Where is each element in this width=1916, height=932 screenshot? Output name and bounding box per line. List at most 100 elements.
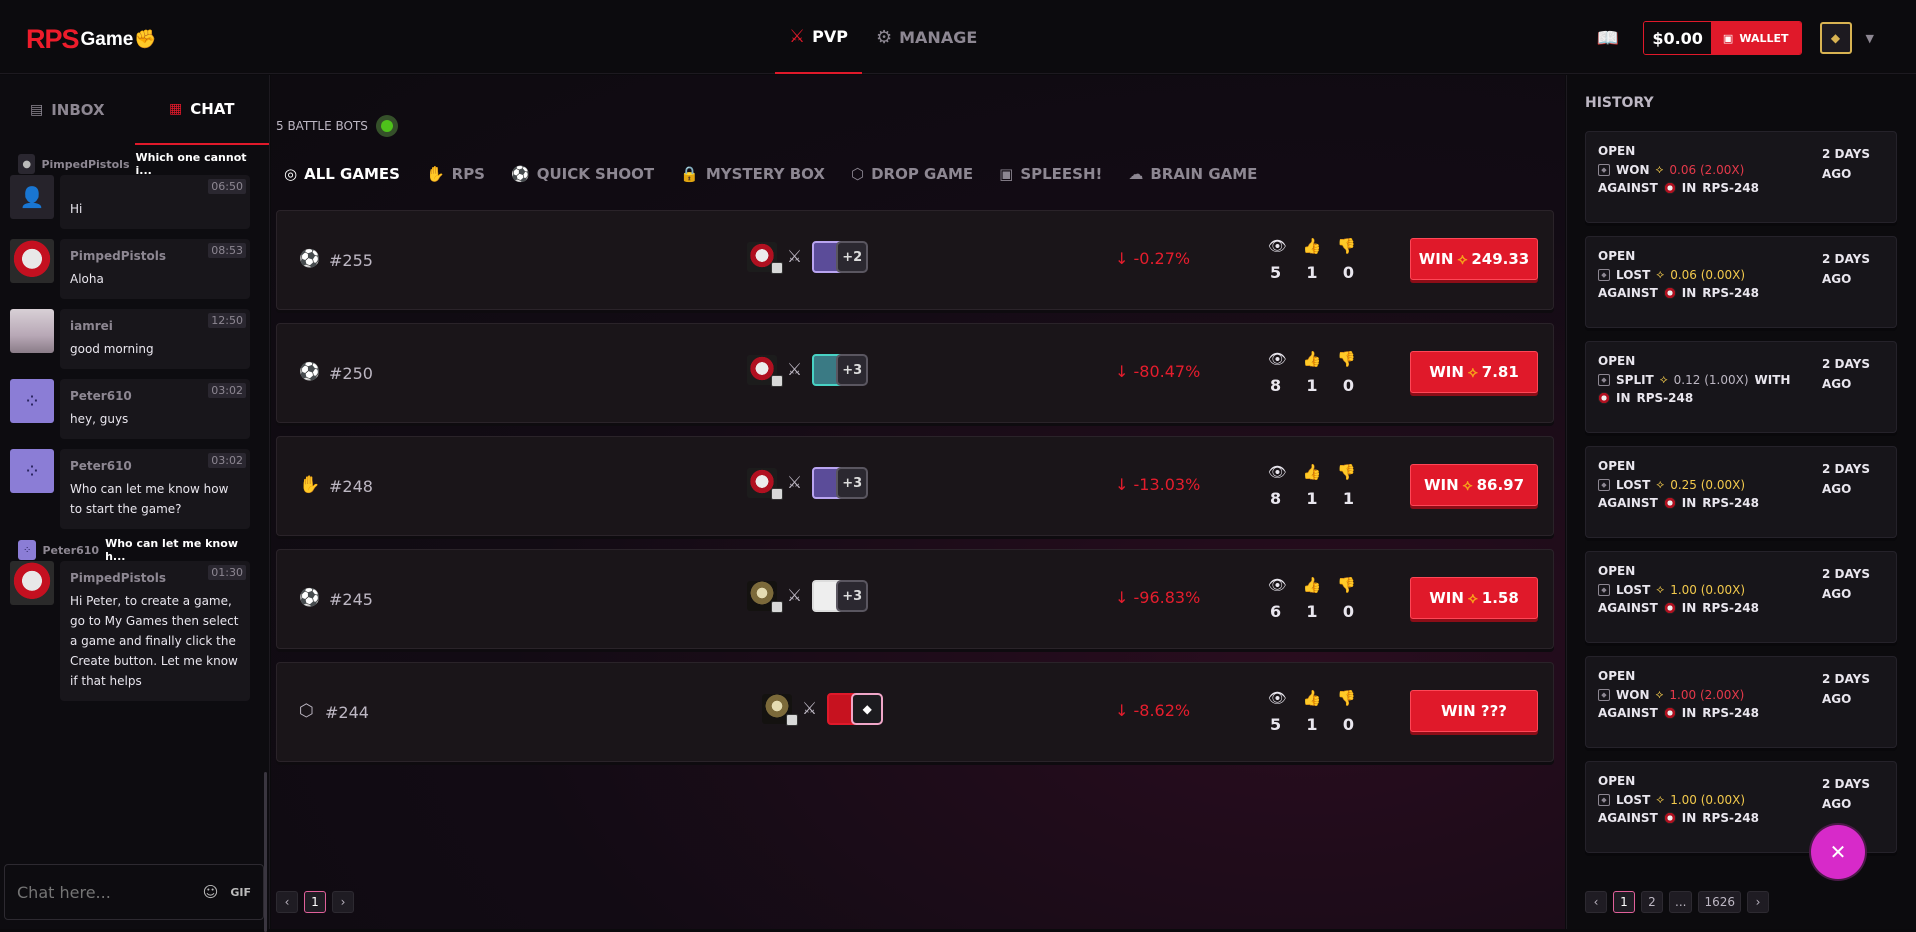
tab-chat[interactable]: ▦ CHAT bbox=[134, 75, 269, 145]
chat-input[interactable] bbox=[17, 882, 203, 902]
history-game[interactable]: RPS-248 bbox=[1637, 391, 1694, 405]
history-game[interactable]: RPS-248 bbox=[1702, 181, 1759, 195]
emoji-icon[interactable]: ☺ bbox=[203, 883, 219, 901]
game-stats: 👁 👍 👎 8 1 0 bbox=[1262, 350, 1362, 395]
game-id: #244 bbox=[325, 703, 369, 722]
creator-avatar bbox=[762, 694, 798, 726]
history-time: 2 DAYS AGO bbox=[1822, 672, 1870, 706]
history-card[interactable]: OPEN 2 DAYS AGO ◆ LOST ⟡ 1.00 (0.00X) AGAINS… bbox=[1585, 551, 1897, 643]
tab-rps[interactable]: ✋ RPS bbox=[426, 165, 485, 183]
thumbs-down-icon[interactable]: 👎 bbox=[1337, 689, 1356, 707]
versus-icon: ⚔ bbox=[787, 473, 803, 493]
win-button[interactable]: WIN ⟡ 86.97 bbox=[1410, 464, 1538, 506]
prev-page-button[interactable]: ‹ bbox=[1585, 891, 1607, 913]
avatar[interactable] bbox=[10, 239, 54, 283]
next-page-button[interactable]: › bbox=[332, 891, 354, 913]
chat-messages[interactable]: ● PimpedPistols Which one cannot i... 👤 … bbox=[10, 153, 250, 843]
history-game[interactable]: RPS-248 bbox=[1702, 601, 1759, 615]
history-card[interactable]: OPEN 2 DAYS AGO ◆ SPLIT ⟡ 0.12 (1.00X) WITH I… bbox=[1585, 341, 1897, 433]
opponents: +3 bbox=[812, 354, 869, 386]
win-button[interactable]: WIN ??? bbox=[1410, 690, 1538, 732]
page-button[interactable]: 1 bbox=[304, 891, 326, 913]
crossed-swords-icon: ⚔ bbox=[789, 25, 806, 47]
book-icon[interactable]: 📖 bbox=[1597, 28, 1619, 49]
change-percent-value: -0.27% bbox=[1133, 249, 1191, 268]
page-button[interactable]: 1 bbox=[1613, 891, 1635, 913]
win-button[interactable]: WIN ⟡ 249.33 bbox=[1410, 238, 1538, 280]
win-button[interactable]: WIN ⟡ 7.81 bbox=[1410, 351, 1538, 393]
logo-game: Game bbox=[80, 28, 134, 50]
tab-drop-game[interactable]: ⬡ DROP GAME bbox=[851, 165, 973, 183]
tab-chat-label: CHAT bbox=[190, 100, 235, 118]
user-avatar[interactable]: ◆ bbox=[1819, 22, 1852, 54]
thumbs-down-icon[interactable]: 👎 bbox=[1337, 350, 1356, 368]
lock-icon: 🔒 bbox=[680, 165, 699, 183]
change-percent: ↓ -80.47% bbox=[1115, 362, 1201, 381]
wallet: $0.00 ▣ WALLET bbox=[1643, 21, 1802, 55]
history-card[interactable]: OPEN 2 DAYS AGO ◆ LOST ⟡ 0.06 (0.00X) AGAINS… bbox=[1585, 236, 1897, 328]
next-page-button[interactable]: › bbox=[1747, 891, 1769, 913]
tab-pvp[interactable]: ⚔ PVP bbox=[775, 0, 862, 74]
chevron-down-icon[interactable]: ▼ bbox=[1866, 32, 1874, 45]
game-icon: ◆ bbox=[1598, 793, 1610, 806]
dislikes-count: 0 bbox=[1342, 376, 1354, 395]
game-row[interactable]: ⚽ #250 ⚔ +3 ↓ -80.47% 👁 👍 👎 8 1 0 WIN ⟡ 7.81 bbox=[276, 323, 1554, 423]
thumbs-up-icon[interactable]: 👍 bbox=[1303, 576, 1322, 594]
game-row[interactable]: ⚽ #255 ⚔ +2 ↓ -0.27% 👁 👍 👎 5 1 0 WIN ⟡ 249.33 bbox=[276, 210, 1554, 310]
message-time: 01:30 bbox=[208, 565, 246, 580]
main-content: 5 BATTLE BOTS ◎ ALL GAMES ✋ RPS ⚽ QUICK SHO… bbox=[271, 75, 1565, 929]
thumbs-up-icon[interactable]: 👍 bbox=[1303, 463, 1322, 481]
thumbs-up-icon[interactable]: 👍 bbox=[1303, 237, 1322, 255]
history-card[interactable]: OPEN 2 DAYS AGO ◆ LOST ⟡ 0.25 (0.00X) AGAINS… bbox=[1585, 446, 1897, 538]
tab-mystery-box[interactable]: 🔒 MYSTERY BOX bbox=[680, 165, 825, 183]
close-icon[interactable]: ✕ bbox=[1811, 825, 1865, 879]
tab-inbox[interactable]: ▤ INBOX bbox=[0, 75, 135, 145]
thumbs-down-icon[interactable]: 👎 bbox=[1337, 237, 1356, 255]
dice-icon[interactable]: ⁘ bbox=[10, 449, 54, 493]
gif-button[interactable]: GIF bbox=[230, 886, 251, 899]
opponent-avatar bbox=[1663, 812, 1676, 824]
avatar[interactable] bbox=[10, 561, 54, 605]
history-game[interactable]: RPS-248 bbox=[1702, 706, 1759, 720]
page-button[interactable]: 1626 bbox=[1698, 891, 1741, 913]
dice-icon[interactable]: ⁘ bbox=[10, 379, 54, 423]
game-row[interactable]: ⚽ #245 ⚔ +3 ↓ -96.83% 👁 👍 👎 6 1 0 WIN ⟡ 1.58 bbox=[276, 549, 1554, 649]
history-list[interactable]: OPEN 2 DAYS AGO ◆ WON ⟡ 0.06 (2.00X) AGAINST… bbox=[1585, 131, 1897, 871]
diamond-icon: ◆ bbox=[851, 693, 884, 725]
thumbs-down-icon[interactable]: 👎 bbox=[1337, 463, 1356, 481]
coin-icon: ⟡ bbox=[1656, 792, 1665, 806]
page-button[interactable]: 2 bbox=[1641, 891, 1663, 913]
message-time: 12:50 bbox=[208, 313, 246, 328]
coin-icon: ⟡ bbox=[1656, 477, 1665, 491]
chat-message: 01:30 PimpedPistols Hi Peter, to create … bbox=[10, 561, 250, 701]
game-row[interactable]: ⬡ #244 ⚔ ◆ ↓ -8.62% 👁 👍 👎 5 1 0 WIN ??? bbox=[276, 662, 1554, 762]
tab-spleesh[interactable]: ▣ SPLEESH! bbox=[999, 165, 1102, 183]
coin-icon: ⟡ bbox=[1656, 267, 1665, 281]
history-game[interactable]: RPS-248 bbox=[1702, 286, 1759, 300]
tab-quick-shoot[interactable]: ⚽ QUICK SHOOT bbox=[511, 165, 654, 183]
thumbs-up-icon[interactable]: 👍 bbox=[1303, 350, 1322, 368]
tab-brain-game[interactable]: ☁ BRAIN GAME bbox=[1128, 165, 1257, 183]
history-card[interactable]: OPEN 2 DAYS AGO ◆ WON ⟡ 1.00 (2.00X) AGAINST… bbox=[1585, 656, 1897, 748]
game-stats: 👁 👍 👎 6 1 0 bbox=[1262, 576, 1362, 621]
win-button[interactable]: WIN ⟡ 1.58 bbox=[1410, 577, 1538, 619]
tab-all-games[interactable]: ◎ ALL GAMES bbox=[284, 165, 400, 183]
history-card[interactable]: OPEN 2 DAYS AGO ◆ WON ⟡ 0.06 (2.00X) AGAINST… bbox=[1585, 131, 1897, 223]
scrollbar[interactable] bbox=[264, 772, 267, 932]
tab-label: QUICK SHOOT bbox=[536, 165, 655, 183]
prev-page-button[interactable]: ‹ bbox=[276, 891, 298, 913]
tab-label: BRAIN GAME bbox=[1150, 165, 1258, 183]
history-game[interactable]: RPS-248 bbox=[1702, 811, 1759, 825]
wallet-label: WALLET bbox=[1739, 31, 1789, 45]
thumbs-up-icon[interactable]: 👍 bbox=[1303, 689, 1322, 707]
inbox-icon: ▤ bbox=[29, 102, 44, 118]
logo[interactable]: RPS Game ✊ bbox=[26, 24, 157, 55]
wallet-button[interactable]: ▣ WALLET bbox=[1710, 22, 1801, 54]
game-row[interactable]: ✋ #248 ⚔ +3 ↓ -13.03% 👁 👍 👎 8 1 1 WIN ⟡ 86.97 bbox=[276, 436, 1554, 536]
tab-manage[interactable]: ⚙ MANAGE bbox=[862, 0, 991, 74]
avatar[interactable] bbox=[10, 309, 54, 353]
game-stats: 👁 👍 👎 8 1 1 bbox=[1262, 463, 1362, 508]
dislikes-count: 0 bbox=[1342, 715, 1354, 734]
thumbs-down-icon[interactable]: 👎 bbox=[1337, 576, 1356, 594]
history-game[interactable]: RPS-248 bbox=[1702, 496, 1759, 510]
